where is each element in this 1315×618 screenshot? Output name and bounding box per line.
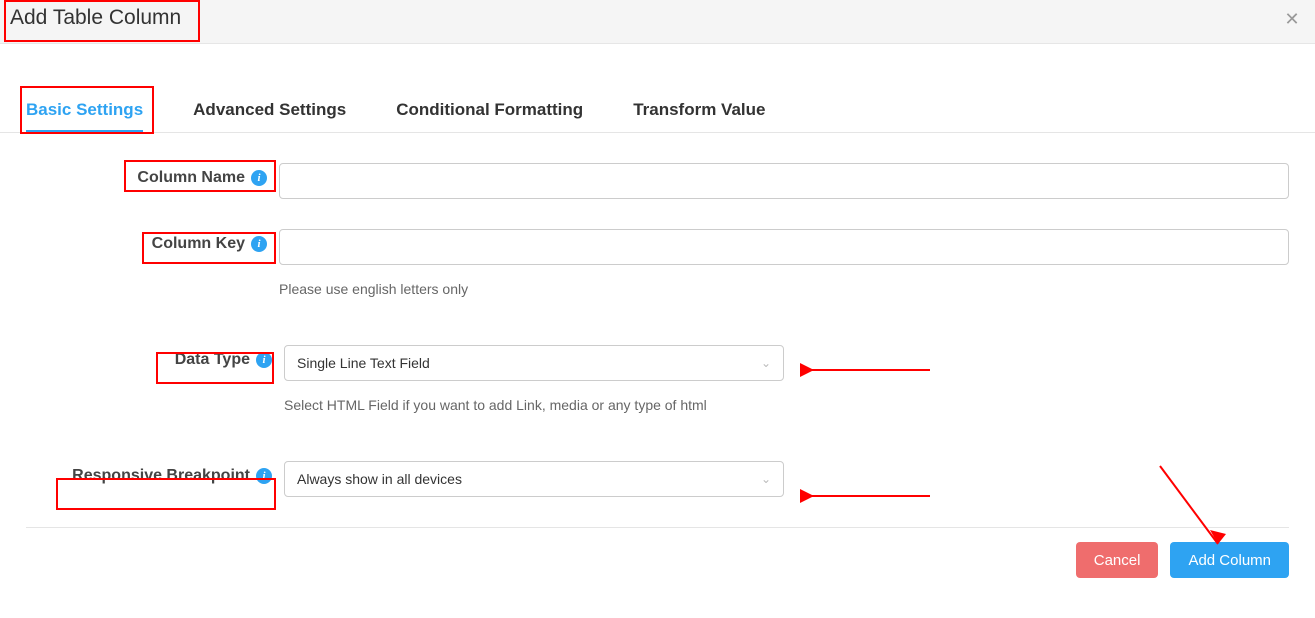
close-icon[interactable]: ✕ [1283,10,1301,28]
modal-footer: Cancel Add Column [26,527,1289,578]
label-responsive-breakpoint: Responsive Breakpoint i [26,461,284,485]
column-name-label-text: Column Name [137,169,245,187]
modal-title: Add Table Column [10,6,181,30]
data-type-label-text: Data Type [175,351,250,369]
info-icon[interactable]: i [256,352,272,368]
cancel-button[interactable]: Cancel [1076,542,1159,578]
chevron-down-icon: ⌄ [761,356,771,370]
info-icon[interactable]: i [251,170,267,186]
column-name-input[interactable] [279,163,1289,199]
info-icon[interactable]: i [256,468,272,484]
row-data-type: Data Type i Single Line Text Field ⌄ Sel… [0,345,1315,413]
tab-basic-settings[interactable]: Basic Settings [26,88,143,132]
data-type-helper: Select HTML Field if you want to add Lin… [284,397,1289,413]
add-column-button[interactable]: Add Column [1170,542,1289,578]
column-key-input[interactable] [279,229,1289,265]
breakpoint-selected: Always show in all devices [297,471,462,487]
breakpoint-label-text: Responsive Breakpoint [72,467,250,485]
tab-advanced-settings[interactable]: Advanced Settings [193,88,346,132]
tab-transform-value[interactable]: Transform Value [633,88,765,132]
data-type-selected: Single Line Text Field [297,355,430,371]
chevron-down-icon: ⌄ [761,472,771,486]
label-column-name: Column Name i [26,163,279,187]
info-icon[interactable]: i [251,236,267,252]
column-key-label-text: Column Key [152,235,245,253]
data-type-select[interactable]: Single Line Text Field ⌄ [284,345,784,381]
label-column-key: Column Key i [26,229,279,253]
tab-conditional-formatting[interactable]: Conditional Formatting [396,88,583,132]
tabs-bar: Basic Settings Advanced Settings Conditi… [0,88,1315,133]
row-responsive-breakpoint: Responsive Breakpoint i Always show in a… [0,461,1315,497]
column-key-helper: Please use english letters only [279,281,1289,297]
modal-header: Add Table Column ✕ [0,0,1315,44]
row-column-key: Column Key i Please use english letters … [0,229,1315,297]
breakpoint-select[interactable]: Always show in all devices ⌄ [284,461,784,497]
row-column-name: Column Name i [0,163,1315,199]
label-data-type: Data Type i [26,345,284,369]
